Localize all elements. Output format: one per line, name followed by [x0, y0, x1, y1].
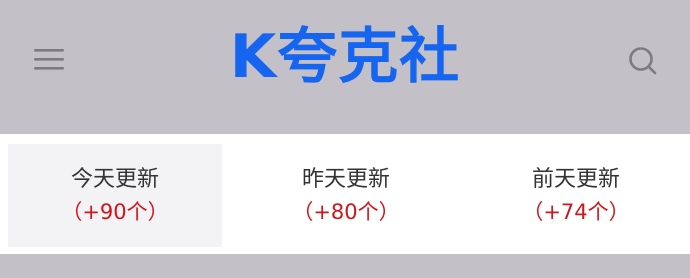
tab-day-before-updates[interactable]: 前天更新 （+74个） [469, 144, 683, 247]
tab-today-updates[interactable]: 今天更新 （+90个） [8, 144, 222, 247]
tab-yesterday-updates[interactable]: 昨天更新 （+80个） [239, 144, 453, 247]
tab-title: 今天更新 [70, 167, 159, 192]
search-icon[interactable] [626, 44, 660, 78]
tab-update-count: （+74个） [522, 200, 630, 224]
update-tabs: 今天更新 （+90个） 昨天更新 （+80个） 前天更新 （+74个） [0, 134, 690, 254]
tab-title: 昨天更新 [301, 167, 390, 192]
tab-update-count: （+80个） [292, 200, 400, 224]
tab-update-count: （+90个） [61, 200, 169, 224]
content-area-edge [0, 254, 690, 278]
tab-title: 前天更新 [531, 167, 620, 192]
site-logo[interactable]: K夸克社 [0, 14, 690, 100]
app-header: K夸克社 [0, 0, 690, 134]
